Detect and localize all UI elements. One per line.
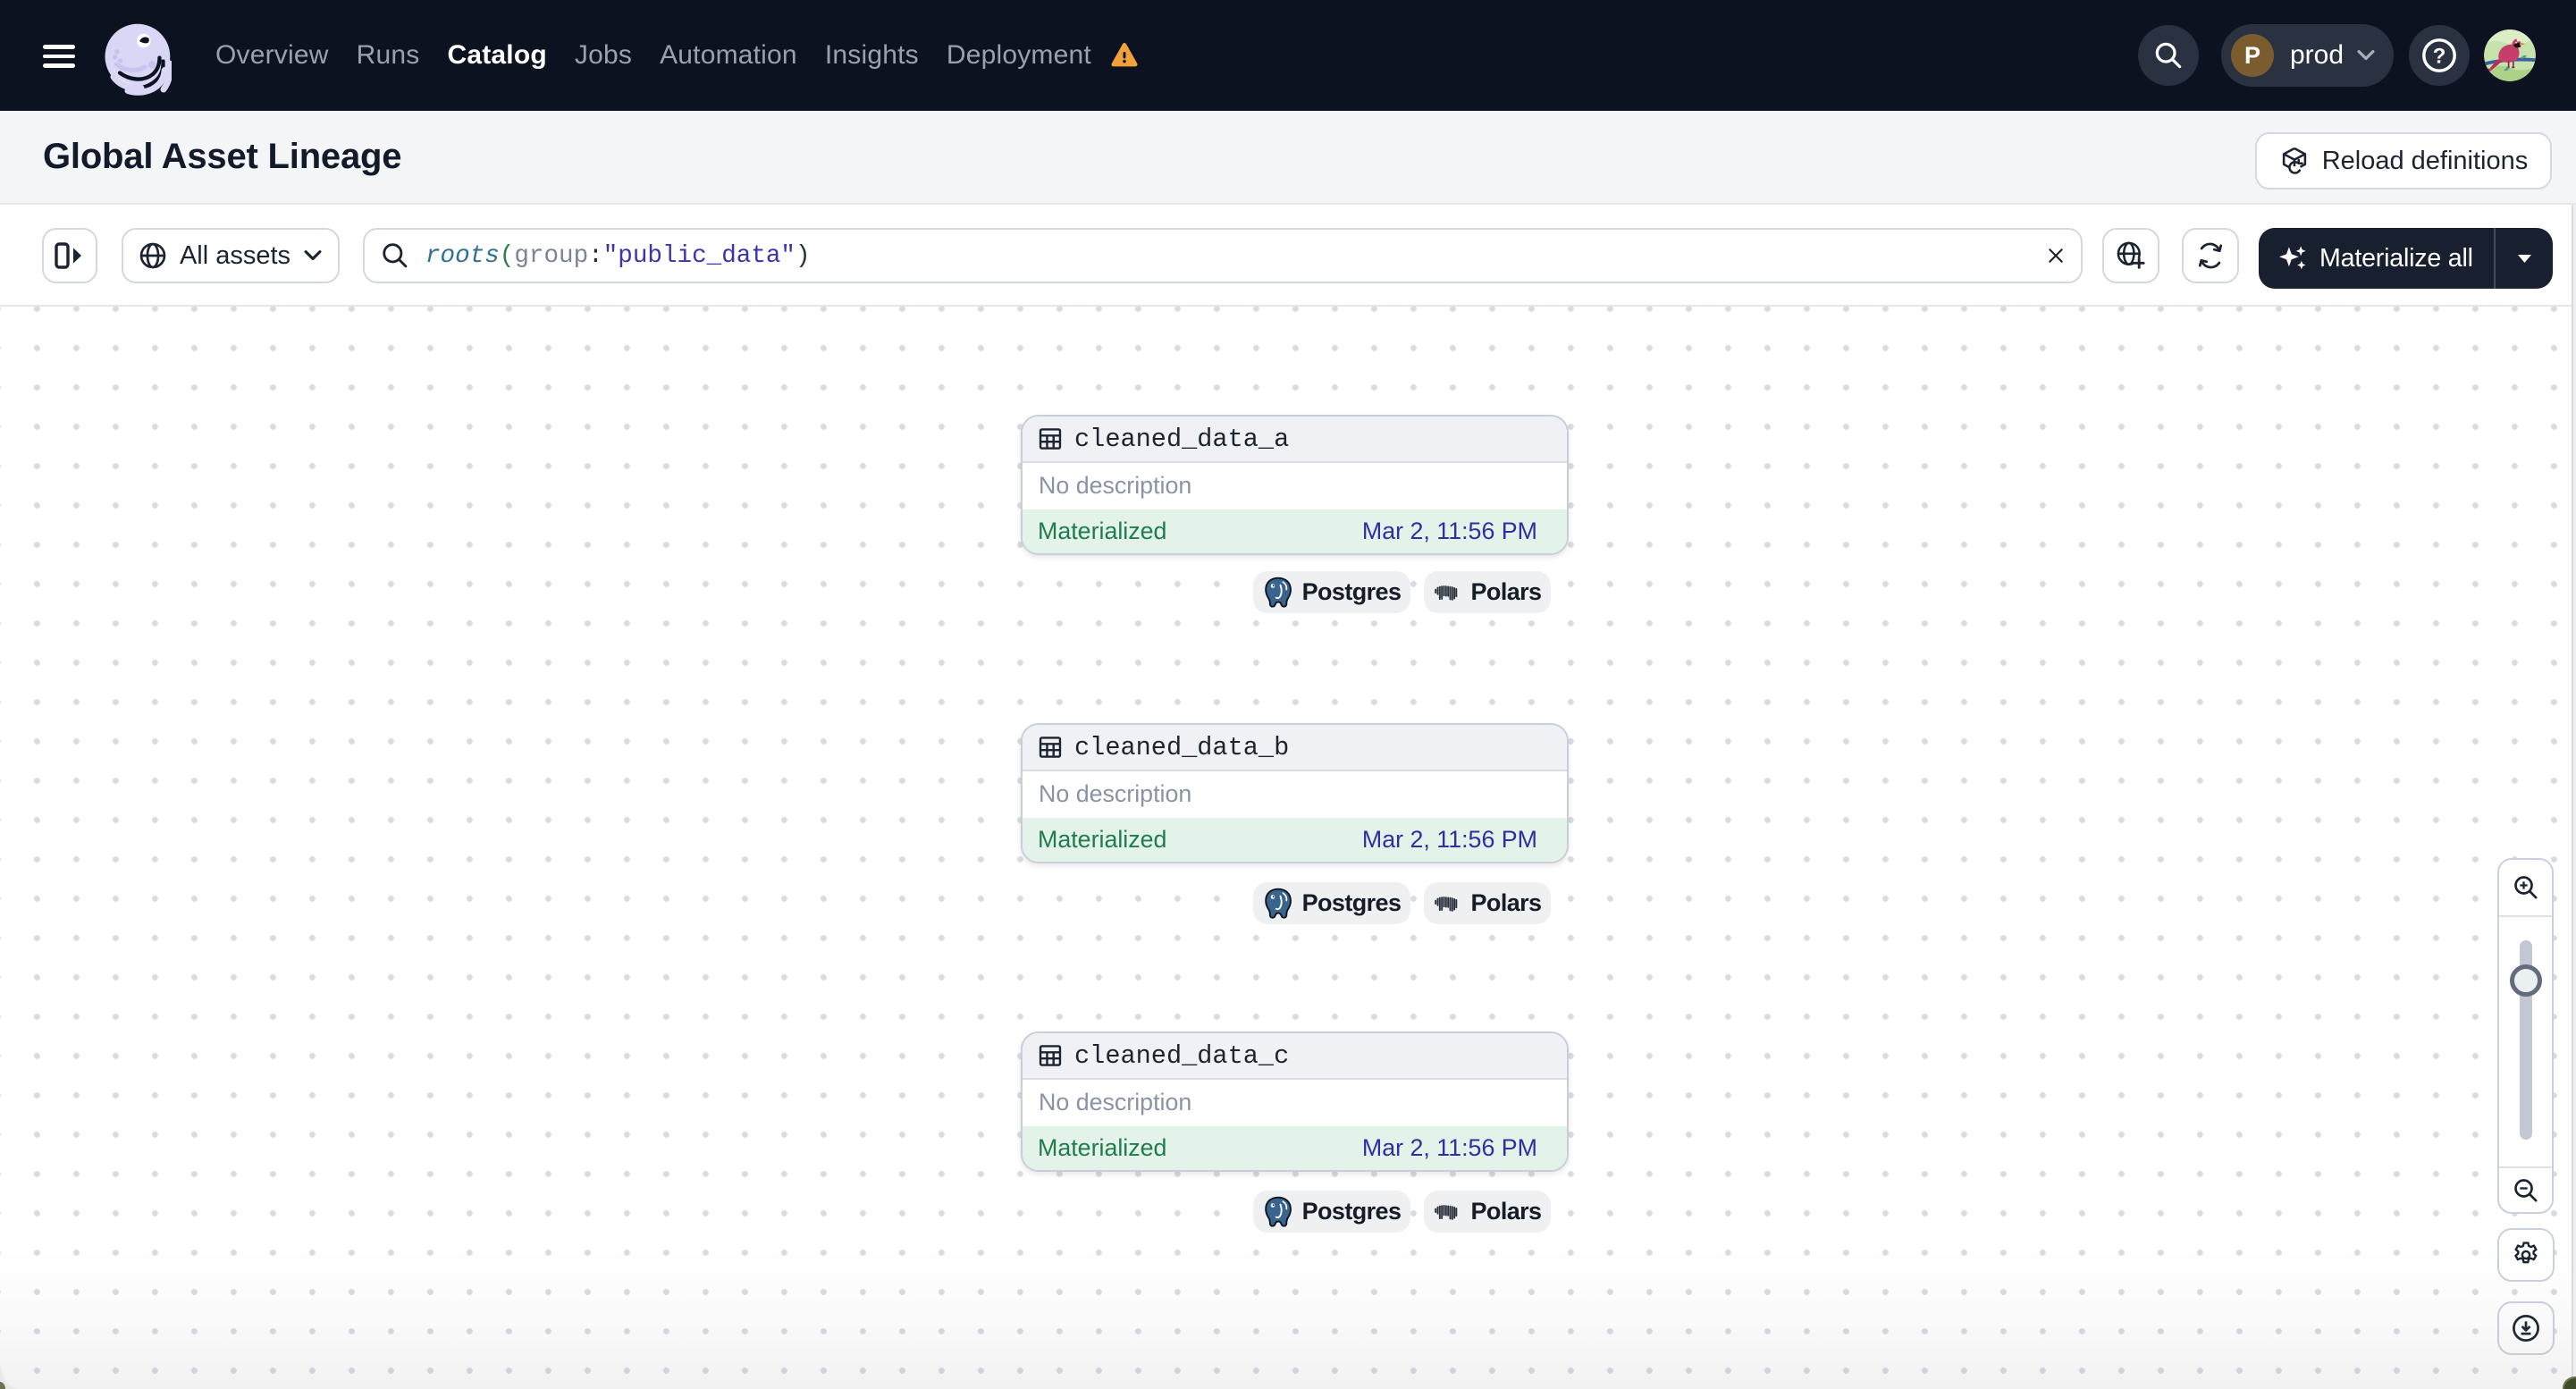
svg-text:?: ? xyxy=(2433,44,2446,68)
